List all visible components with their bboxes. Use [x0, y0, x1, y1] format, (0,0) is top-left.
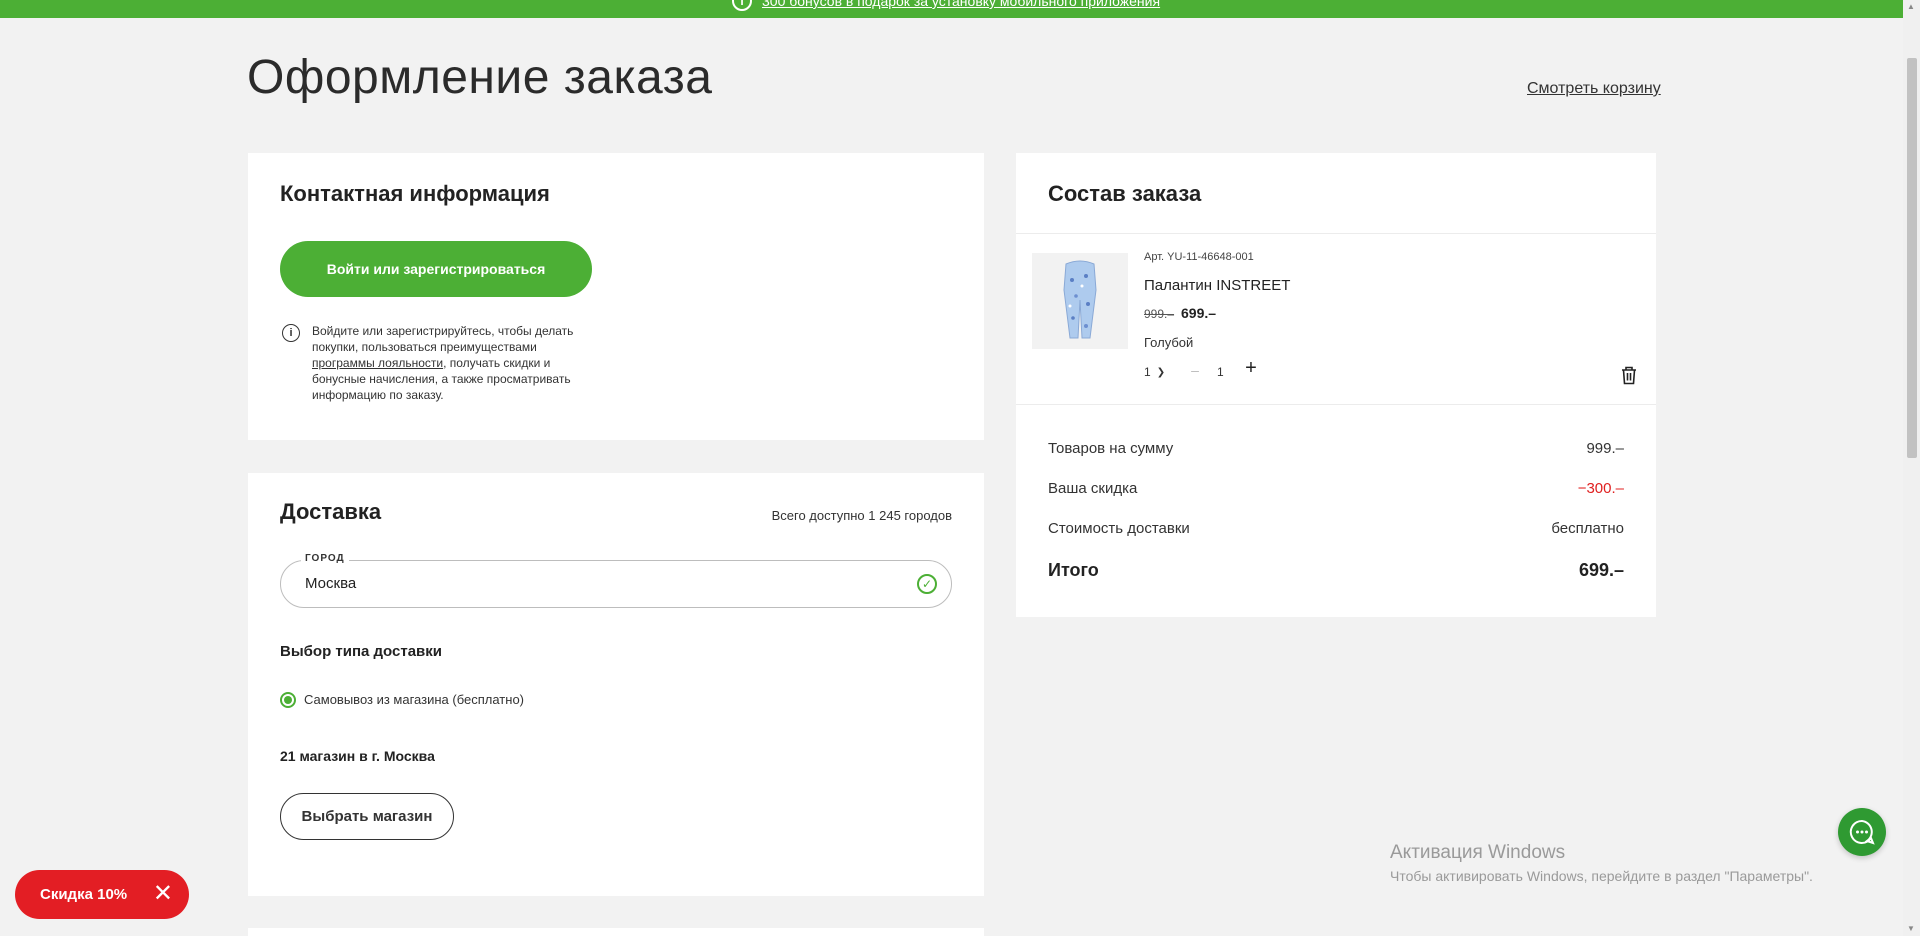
- scroll-thumb[interactable]: [1907, 58, 1917, 458]
- product-color: Голубой: [1144, 335, 1194, 350]
- old-price: 999.–: [1144, 307, 1175, 321]
- shipping-label: Стоимость доставки: [1048, 520, 1190, 537]
- quantity-increase-button[interactable]: +: [1240, 356, 1262, 380]
- next-section-card: [248, 928, 984, 936]
- trash-icon[interactable]: [1620, 365, 1638, 385]
- stores-count: 21 магазин в г. Москва: [280, 748, 435, 764]
- shipping-row: Стоимость доставки бесплатно: [1048, 520, 1624, 537]
- scroll-up-icon[interactable]: ▲: [1907, 2, 1915, 11]
- discount-label: Ваша скидка: [1048, 480, 1138, 497]
- city-label: ГОРОД: [301, 553, 349, 564]
- total-row: Итого 699.–: [1048, 560, 1624, 581]
- discount-value: −300.–: [1577, 480, 1624, 497]
- info-icon: i: [732, 0, 752, 11]
- quantity-decrease-button[interactable]: –: [1185, 359, 1205, 381]
- windows-activation-watermark: Активация Windows Чтобы активировать Win…: [1390, 842, 1813, 884]
- size-select[interactable]: 1 ❯: [1144, 365, 1165, 379]
- order-card: Состав заказа Арт. YU-11-46648-001 Палан…: [1016, 153, 1656, 617]
- contact-title: Контактная информация: [280, 181, 550, 206]
- discount-badge[interactable]: Скидка 10% ✕: [15, 870, 189, 919]
- hint-text-before: Войдите или зарегистрируйтесь, чтобы дел…: [312, 324, 574, 354]
- product-article: Арт. YU-11-46648-001: [1144, 251, 1254, 263]
- promo-link[interactable]: 300 бонусов в подарок за установку мобил…: [762, 0, 1160, 9]
- scarf-image: [1063, 260, 1097, 339]
- delivery-type-title: Выбор типа доставки: [280, 643, 443, 660]
- loyalty-program-link[interactable]: программы лояльности: [312, 356, 443, 370]
- city-input[interactable]: Москва: [305, 575, 356, 592]
- product-name[interactable]: Палантин INSTREET: [1144, 277, 1290, 294]
- promo-bar: i 300 бонусов в подарок за установку моб…: [0, 0, 1920, 18]
- divider: [1016, 404, 1656, 405]
- login-hint: Войдите или зарегистрируйтесь, чтобы дел…: [312, 323, 584, 403]
- delivery-card: Доставка Всего доступно 1 245 городов ГО…: [248, 473, 984, 896]
- delivery-title: Доставка: [280, 499, 382, 524]
- product-image[interactable]: [1032, 253, 1128, 349]
- city-field[interactable]: ГОРОД Москва ✓: [280, 553, 952, 608]
- new-price: 699.–: [1181, 305, 1217, 321]
- contact-card: Контактная информация Войти или зарегист…: [248, 153, 984, 440]
- discount-badge-label: Скидка 10%: [40, 886, 128, 903]
- chat-button[interactable]: [1838, 808, 1886, 856]
- close-icon[interactable]: ✕: [153, 882, 173, 906]
- quantity-value: 1: [1217, 365, 1224, 379]
- check-icon: ✓: [917, 574, 937, 594]
- view-cart-link[interactable]: Смотреть корзину: [1527, 80, 1661, 98]
- chat-icon: [1849, 819, 1875, 845]
- watermark-title: Активация Windows: [1390, 842, 1566, 863]
- chevron-down-icon: ❯: [1156, 366, 1166, 378]
- divider: [1016, 233, 1656, 234]
- discount-row: Ваша скидка −300.–: [1048, 480, 1624, 497]
- choose-store-button[interactable]: Выбрать магазин: [280, 793, 454, 840]
- info-icon: i: [282, 324, 300, 342]
- total-value: 699.–: [1578, 560, 1624, 580]
- page-title: Оформление заказа: [247, 51, 713, 104]
- size-value: 1: [1144, 365, 1151, 379]
- goods-sum-row: Товаров на сумму 999.–: [1048, 440, 1624, 457]
- shipping-value: бесплатно: [1551, 520, 1624, 537]
- cities-count: Всего доступно 1 245 городов: [771, 508, 952, 523]
- total-label: Итого: [1048, 560, 1099, 580]
- order-title: Состав заказа: [1048, 181, 1202, 206]
- pickup-radio[interactable]: [280, 692, 296, 708]
- promo: i 300 бонусов в подарок за установку моб…: [732, 0, 1160, 11]
- watermark-subtitle: Чтобы активировать Windows, перейдите в …: [1390, 868, 1813, 884]
- goods-sum-value: 999.–: [1586, 440, 1624, 457]
- pickup-option-label[interactable]: Самовывоз из магазина (бесплатно): [304, 692, 524, 707]
- page-scrollbar[interactable]: ▲ ▼: [1903, 0, 1920, 936]
- scroll-down-icon[interactable]: ▼: [1907, 924, 1915, 933]
- goods-sum-label: Товаров на сумму: [1048, 440, 1174, 457]
- login-register-button[interactable]: Войти или зарегистрироваться: [280, 241, 592, 297]
